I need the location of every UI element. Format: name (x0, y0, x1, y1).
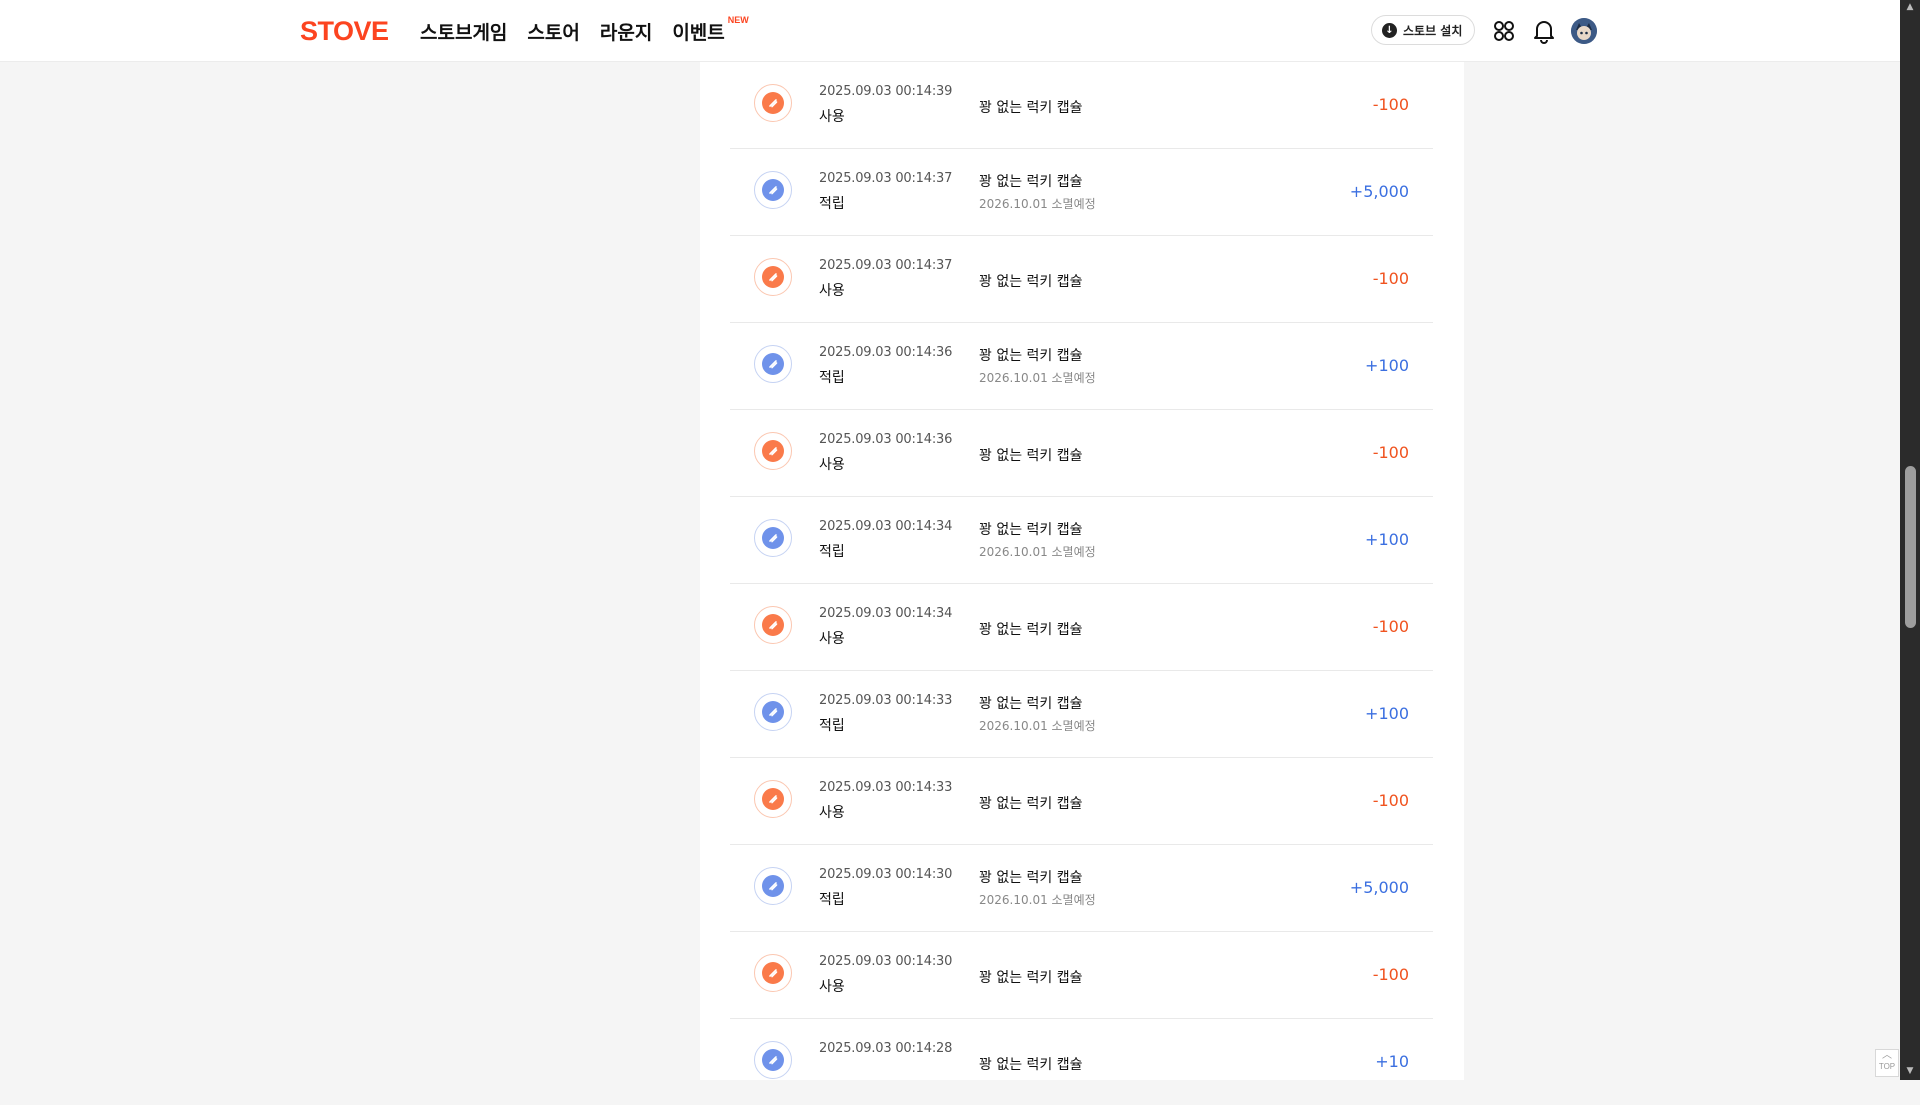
transaction-datetime: 2025.09.03 00:14:34 (819, 606, 953, 621)
transaction-amount: -100 (1372, 269, 1409, 288)
transaction-type: 적립 (819, 544, 845, 560)
transaction-datetime: 2025.09.03 00:14:33 (819, 780, 953, 795)
point-history-card: 2025.09.03 00:14:39 사용 꽝 없는 럭키 캡슐 -100 2025.… (700, 0, 1464, 1080)
transaction-datetime: 2025.09.03 00:14:34 (819, 519, 953, 534)
transaction-row: 2025.09.03 00:14:36 적립 꽝 없는 럭키 캡슐 2026.10.0… (730, 322, 1433, 409)
coin-icon (754, 606, 792, 644)
coin-icon (754, 693, 792, 731)
transaction-datetime: 2025.09.03 00:14:33 (819, 693, 953, 708)
transaction-amount: -100 (1372, 95, 1409, 114)
coin-icon (754, 519, 792, 557)
transaction-type: 사용 (819, 457, 845, 473)
apps-grid-icon[interactable] (1491, 18, 1517, 44)
transaction-row: 2025.09.03 00:14:39 사용 꽝 없는 럭키 캡슐 -100 (730, 61, 1433, 148)
coin-icon (754, 171, 792, 209)
transaction-name: 꽝 없는 럭키 캡슐 (979, 1057, 1083, 1073)
transaction-row: 2025.09.03 00:14:30 사용 꽝 없는 럭키 캡슐 -100 (730, 931, 1433, 1018)
top-header: STOVE 스토브게임 스토어 라운지 이벤트 NEW ↓ 스토브 설치 (0, 0, 1900, 62)
stove-logo[interactable]: STOVE (300, 16, 389, 47)
transaction-amount: +10 (1375, 1052, 1409, 1071)
transaction-name: 꽝 없는 럭키 캡슐 (979, 522, 1083, 538)
nav-stove-game[interactable]: 스토브게임 (420, 18, 507, 45)
transaction-name: 꽝 없는 럭키 캡슐 (979, 448, 1083, 464)
transaction-row: 2025.09.03 00:14:34 사용 꽝 없는 럭키 캡슐 -100 (730, 583, 1433, 670)
transaction-type: 사용 (819, 631, 845, 647)
transaction-datetime: 2025.09.03 00:14:36 (819, 345, 953, 360)
expire-date: 2026.10.01 소멸예정 (979, 371, 1096, 385)
transaction-row: 2025.09.03 00:14:37 적립 꽝 없는 럭키 캡슐 2026.10.0… (730, 148, 1433, 235)
coin-icon (754, 1041, 792, 1079)
transaction-list: 2025.09.03 00:14:39 사용 꽝 없는 럭키 캡슐 -100 2025.… (730, 61, 1433, 1105)
transaction-type: 적립 (819, 892, 845, 908)
transaction-type: 사용 (819, 979, 845, 995)
top-button-label: TOP (1878, 1062, 1896, 1071)
user-avatar[interactable] (1571, 18, 1597, 44)
transaction-datetime: 2025.09.03 00:14:37 (819, 171, 953, 186)
coin-icon (754, 258, 792, 296)
download-icon: ↓ (1382, 22, 1397, 38)
transaction-amount: +100 (1365, 356, 1409, 375)
transaction-name: 꽝 없는 럭키 캡슐 (979, 274, 1083, 290)
transaction-amount: -100 (1372, 965, 1409, 984)
transaction-row: 2025.09.03 00:14:33 사용 꽝 없는 럭키 캡슐 -100 (730, 757, 1433, 844)
transaction-datetime: 2025.09.03 00:14:30 (819, 867, 953, 882)
transaction-name: 꽝 없는 럭키 캡슐 (979, 796, 1083, 812)
transaction-name: 꽝 없는 럭키 캡슐 (979, 100, 1083, 116)
coin-icon (754, 345, 792, 383)
coin-icon (754, 780, 792, 818)
transaction-amount: -100 (1372, 443, 1409, 462)
stove-install-button[interactable]: ↓ 스토브 설치 (1371, 15, 1475, 45)
main-nav: 스토브게임 스토어 라운지 이벤트 NEW (420, 15, 749, 45)
transaction-name: 꽝 없는 럭키 캡슐 (979, 970, 1083, 986)
chevron-up-icon: ︿ (1882, 1050, 1892, 1061)
transaction-amount: -100 (1372, 791, 1409, 810)
transaction-type: 사용 (819, 805, 845, 821)
transaction-amount: +5,000 (1349, 182, 1409, 201)
transaction-row: 2025.09.03 00:14:34 적립 꽝 없는 럭키 캡슐 2026.10.0… (730, 496, 1433, 583)
transaction-row: 2025.09.03 00:14:30 적립 꽝 없는 럭키 캡슐 2026.10.0… (730, 844, 1433, 931)
stove-install-label: 스토브 설치 (1403, 23, 1463, 38)
transaction-name: 꽝 없는 럭키 캡슐 (979, 174, 1083, 190)
transaction-datetime: 2025.09.03 00:14:36 (819, 432, 953, 447)
transaction-datetime: 2025.09.03 00:14:39 (819, 84, 953, 99)
expire-date: 2026.10.01 소멸예정 (979, 545, 1096, 559)
transaction-amount: +100 (1365, 530, 1409, 549)
transaction-amount: +5,000 (1349, 878, 1409, 897)
transaction-name: 꽝 없는 럭키 캡슐 (979, 348, 1083, 364)
transaction-name: 꽝 없는 럭키 캡슐 (979, 696, 1083, 712)
nav-store[interactable]: 스토어 (527, 18, 579, 45)
scroll-up-arrow[interactable]: ▲ (1904, 2, 1916, 14)
transaction-type: 사용 (819, 109, 845, 125)
transaction-name: 꽝 없는 럭키 캡슐 (979, 870, 1083, 886)
expire-date: 2026.10.01 소멸예정 (979, 719, 1096, 733)
scrollbar-thumb[interactable] (1905, 466, 1916, 628)
scroll-down-arrow[interactable]: ▼ (1904, 1066, 1916, 1078)
expire-date: 2026.10.01 소멸예정 (979, 893, 1096, 907)
transaction-row: 2025.09.03 00:14:37 사용 꽝 없는 럭키 캡슐 -100 (730, 235, 1433, 322)
transaction-row: 2025.09.03 00:14:28 꽝 없는 럭키 캡슐 +10 (730, 1018, 1433, 1105)
coin-icon (754, 954, 792, 992)
nav-lounge[interactable]: 라운지 (600, 18, 652, 45)
transaction-row: 2025.09.03 00:14:33 적립 꽝 없는 럭키 캡슐 2026.10.0… (730, 670, 1433, 757)
transaction-datetime: 2025.09.03 00:14:30 (819, 954, 953, 969)
transaction-datetime: 2025.09.03 00:14:28 (819, 1041, 953, 1056)
transaction-type: 적립 (819, 718, 845, 734)
transaction-datetime: 2025.09.03 00:14:37 (819, 258, 953, 273)
transaction-type: 사용 (819, 283, 845, 299)
nav-event-label: 이벤트 (672, 22, 725, 44)
transaction-type: 적립 (819, 370, 845, 386)
expire-date: 2026.10.01 소멸예정 (979, 197, 1096, 211)
nav-event[interactable]: 이벤트 NEW (672, 15, 748, 45)
coin-icon (754, 432, 792, 470)
new-badge: NEW (727, 15, 749, 25)
transaction-amount: +100 (1365, 704, 1409, 723)
transaction-amount: -100 (1372, 617, 1409, 636)
transaction-row: 2025.09.03 00:14:36 사용 꽝 없는 럭키 캡슐 -100 (730, 409, 1433, 496)
coin-icon (754, 867, 792, 905)
bell-icon[interactable] (1531, 18, 1557, 44)
coin-icon (754, 84, 792, 122)
transaction-type: 적립 (819, 196, 845, 212)
scroll-top-button[interactable]: ︿ TOP (1875, 1049, 1899, 1077)
transaction-name: 꽝 없는 럭키 캡슐 (979, 622, 1083, 638)
